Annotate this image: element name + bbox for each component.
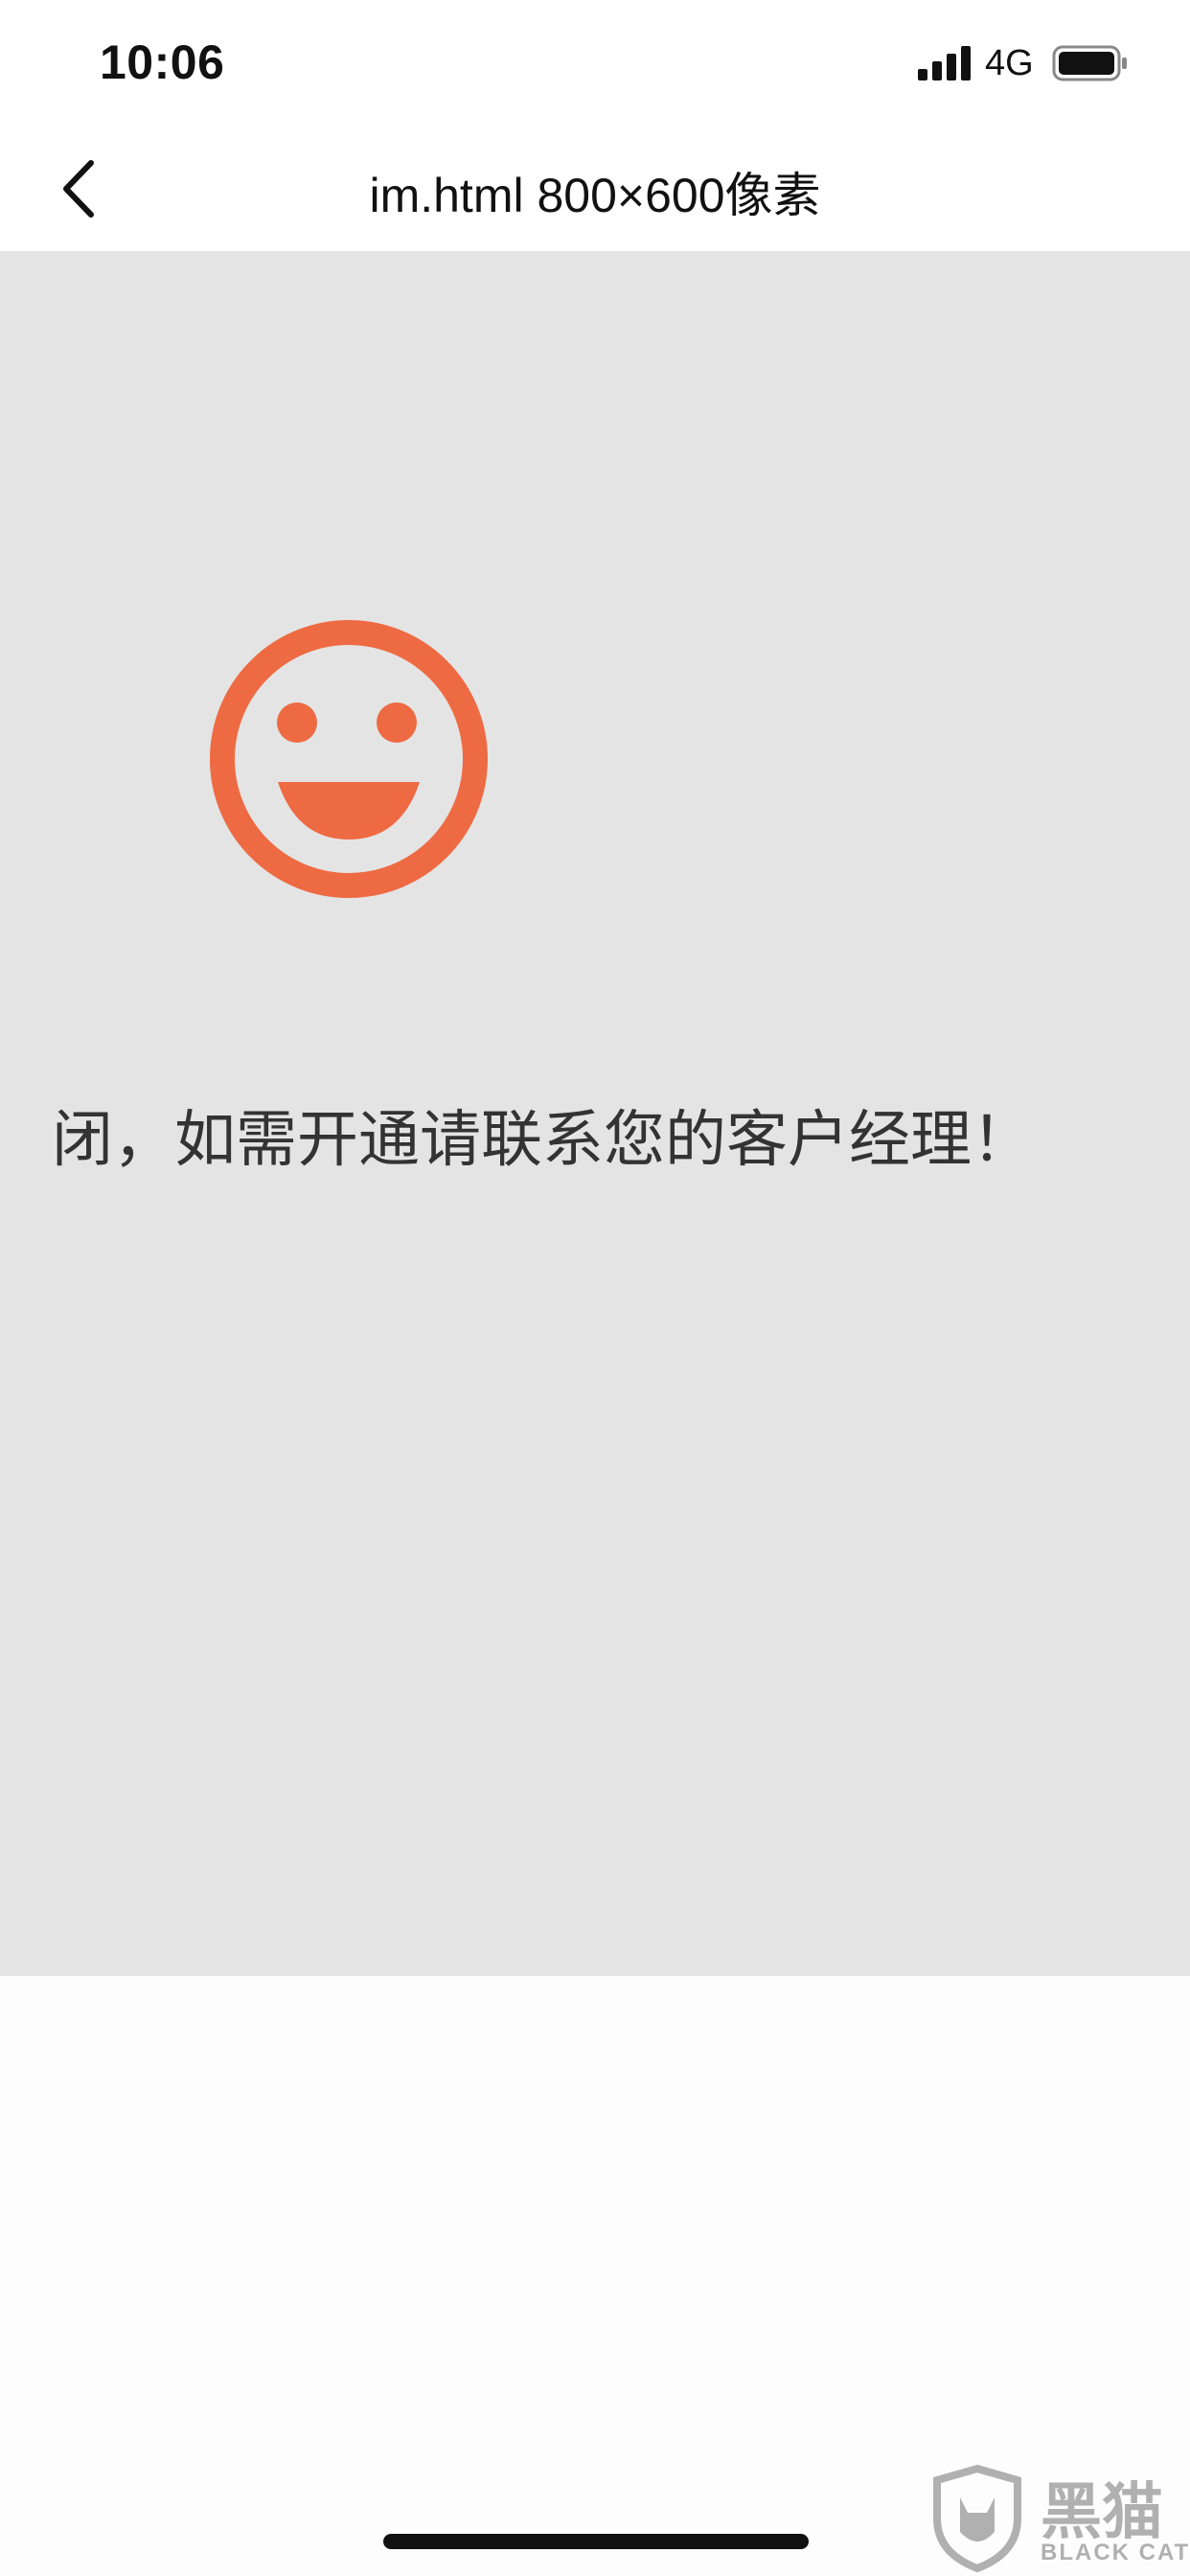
page-title: im.html 800×600像素 bbox=[369, 169, 821, 222]
battery-icon bbox=[1052, 45, 1127, 81]
nav-bar: im.html 800×600像素 bbox=[0, 126, 1190, 251]
phone-screen: 10:06 4G im.html 800×600像素 闭，如需开通请联系您的客户… bbox=[0, 0, 1190, 2576]
service-closed-message: 闭，如需开通请联系您的客户经理！ bbox=[52, 1105, 1033, 1176]
web-content: 闭，如需开通请联系您的客户经理！ bbox=[0, 251, 1190, 1976]
watermark-subtitle: BLACK CAT bbox=[1041, 2540, 1190, 2565]
network-label: 4G bbox=[985, 43, 1034, 83]
cat-shield-logo-icon bbox=[933, 2465, 1021, 2572]
smile-icon bbox=[210, 620, 488, 898]
status-time: 10:06 bbox=[100, 35, 225, 89]
black-cat-watermark: 黑猫 BLACK CAT bbox=[927, 2461, 1190, 2576]
home-indicator[interactable] bbox=[383, 2534, 809, 2549]
watermark-title: 黑猫 bbox=[1041, 2477, 1163, 2548]
status-bar: 10:06 4G bbox=[0, 0, 1190, 126]
signal-icon bbox=[918, 46, 971, 80]
